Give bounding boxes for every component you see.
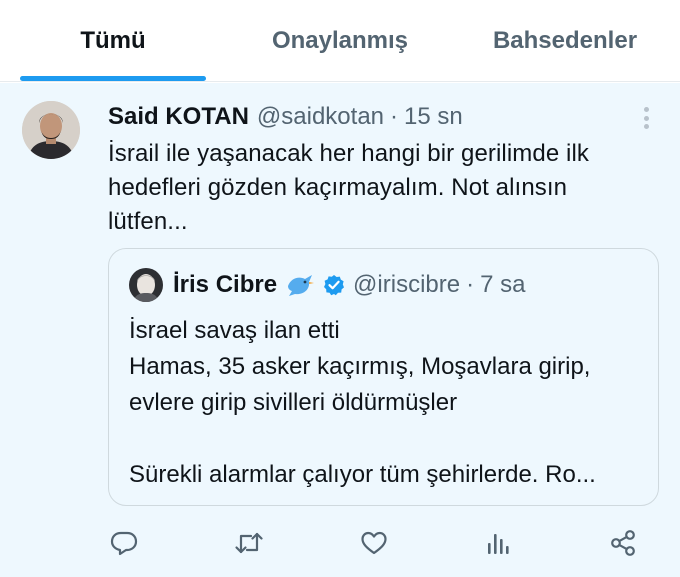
avatar[interactable]	[22, 101, 80, 159]
tab-mentions[interactable]: Bahsedenler	[470, 0, 660, 82]
separator-dot: ·	[390, 103, 399, 130]
views-icon[interactable]	[482, 527, 514, 559]
reply-icon[interactable]	[108, 527, 140, 559]
quoted-separator-dot: ·	[466, 271, 475, 298]
quoted-time[interactable]: 7 sa	[480, 271, 525, 299]
tab-all-label: Tümü	[80, 27, 146, 54]
quoted-tweet[interactable]: İris Cibre @iriscibre · 7 sa İsrael sava…	[108, 248, 659, 506]
tweet-text: İsrail ile yaşanacak her hangi bir geril…	[108, 140, 590, 235]
quoted-author-name[interactable]: İris Cibre	[173, 271, 277, 299]
avatar-image	[22, 101, 80, 159]
quoted-author-handle[interactable]: @iriscibre	[353, 271, 460, 299]
tab-approved-label: Onaylanmış	[271, 27, 409, 54]
like-icon[interactable]	[358, 527, 390, 559]
more-options-icon[interactable]	[636, 105, 656, 131]
author-name[interactable]: Said KOTAN	[108, 103, 249, 131]
verified-badge-icon	[323, 274, 345, 296]
share-icon[interactable]	[607, 527, 639, 559]
tab-all[interactable]: Tümü	[20, 0, 206, 82]
author-handle[interactable]: @saidkotan	[257, 103, 384, 131]
retweet-icon[interactable]	[233, 527, 265, 559]
tweet[interactable]: Said KOTAN @saidkotan · 15 sn İsrail ile…	[0, 83, 680, 577]
active-tab-indicator	[20, 76, 206, 81]
tab-bar: Tümü Onaylanmış Bahsedenler	[0, 0, 680, 82]
quoted-header: İris Cibre @iriscibre · 7 sa	[173, 270, 525, 300]
tab-mentions-label: Bahsedenler	[492, 27, 638, 54]
tweet-actions	[0, 523, 680, 563]
quoted-avatar[interactable]	[129, 268, 163, 302]
tweet-time[interactable]: 15 sn	[404, 103, 463, 131]
tab-approved[interactable]: Onaylanmış	[235, 0, 445, 82]
quoted-text: İsrael savaş ilan etti Hamas, 35 asker k…	[129, 317, 596, 488]
quoted-avatar-image	[129, 268, 163, 302]
bird-emoji-icon	[285, 272, 315, 298]
tweet-header: Said KOTAN @saidkotan · 15 sn	[108, 102, 463, 132]
